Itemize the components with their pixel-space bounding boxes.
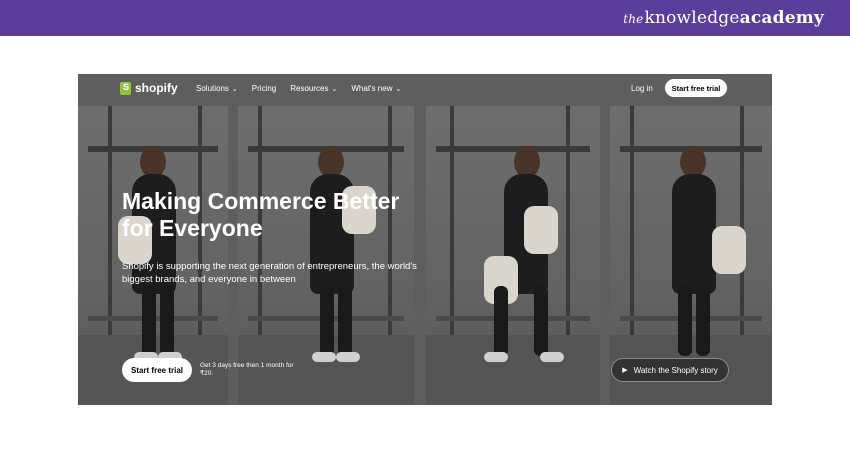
login-link[interactable]: Log in <box>631 84 653 93</box>
hero-photo-panel <box>238 106 414 405</box>
watch-story-label: Watch the Shopify story <box>633 365 718 375</box>
nav-item-resources[interactable]: Resources ⌄ <box>290 84 337 93</box>
brand-the: the <box>623 12 644 26</box>
shopify-nav-bar: shopify Solutions⌄ Pricing Resources⌄ Wh… <box>78 74 772 104</box>
watch-story-button[interactable]: ▶ Watch the Shopify story <box>611 358 729 382</box>
shopify-logo[interactable]: shopify <box>120 81 178 95</box>
play-icon: ▶ <box>622 367 628 374</box>
shopify-screenshot: shopify Solutions⌄ Pricing Resources⌄ Wh… <box>78 74 772 405</box>
knowledge-academy-logo: theknowledgeacademy <box>623 8 824 28</box>
nav-item-pricing[interactable]: Pricing <box>252 84 276 93</box>
hero-headline: Making Commerce Better for Everyone <box>122 188 400 241</box>
chevron-down-icon: ⌄ <box>395 86 402 93</box>
nav-item-solutions[interactable]: Solutions ⌄ <box>196 84 238 93</box>
start-free-trial-button[interactable]: Start free trial <box>122 358 192 382</box>
hero-photo-panel <box>426 106 600 405</box>
nav-item-whats-new[interactable]: What's new ⌄ <box>351 84 401 93</box>
shopify-bag-icon <box>120 81 131 95</box>
trial-offer-text: Get 3 days free then 1 month for ₹20. <box>200 362 294 377</box>
hero-subtext: Shopify is supporting the next generatio… <box>122 261 417 285</box>
chevron-down-icon: ⌄ <box>231 86 238 93</box>
top-banner: theknowledgeacademy <box>0 0 850 36</box>
chevron-down-icon: ⌄ <box>331 86 338 93</box>
shopify-logo-text: shopify <box>135 81 178 95</box>
brand-academy: academy <box>739 8 824 28</box>
brand-knowledge: knowledge <box>644 8 740 28</box>
nav-start-trial-button[interactable]: Start free trial <box>665 79 727 97</box>
main-menu: Solutions ⌄ Pricing Resources ⌄ What's new… <box>196 84 401 93</box>
